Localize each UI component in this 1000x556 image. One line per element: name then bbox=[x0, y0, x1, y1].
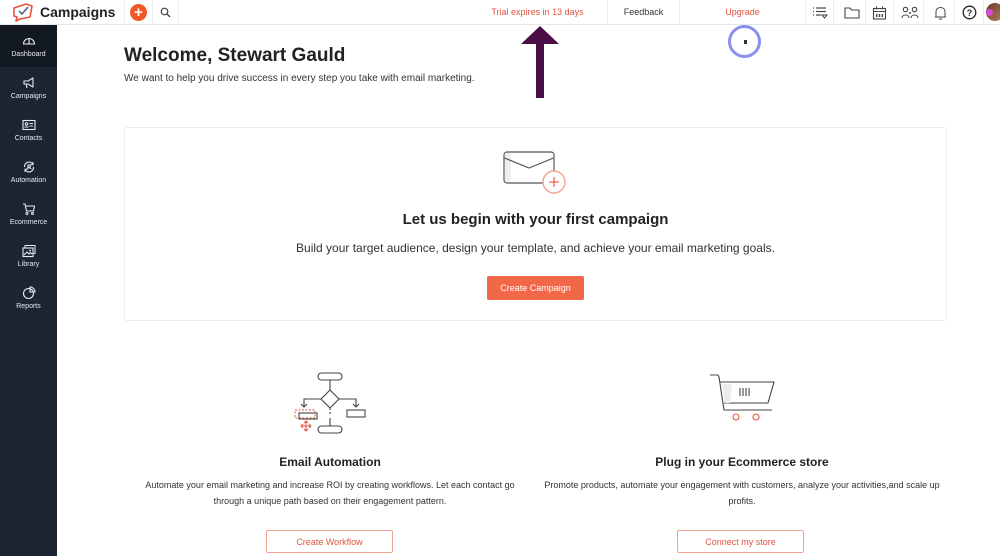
quick-create-button[interactable]: + bbox=[125, 0, 153, 25]
main-content: Welcome, Stewart Gauld We want to help y… bbox=[57, 25, 1000, 556]
sidebar-item-label: Contacts bbox=[14, 135, 43, 142]
sidebar-item-label: Library bbox=[17, 261, 40, 268]
app-name: Campaigns bbox=[40, 4, 116, 20]
ecommerce-section: Plug in your Ecommerce store Promote pro… bbox=[542, 370, 942, 506]
mouse-cursor-icon bbox=[744, 40, 747, 44]
sidebar-item-label: Automation bbox=[10, 177, 47, 184]
card-title: Let us begin with your first campaign bbox=[402, 211, 669, 228]
sidebar-item-campaigns[interactable]: Campaigns bbox=[0, 67, 57, 109]
dashboard-icon bbox=[22, 38, 35, 45]
sidebar-item-label: Reports bbox=[16, 303, 41, 310]
svg-text:?: ? bbox=[967, 8, 973, 18]
top-bar: Campaigns + Trial expires in 13 days Fee… bbox=[0, 0, 1000, 25]
list-filter-icon bbox=[812, 6, 828, 19]
page-title: Welcome, Stewart Gauld bbox=[124, 45, 346, 66]
card-subtitle: Build your target audience, design your … bbox=[296, 241, 775, 255]
annotation-arrow-icon bbox=[521, 26, 559, 98]
users-button[interactable] bbox=[896, 0, 924, 25]
feature-title: Plug in your Ecommerce store bbox=[655, 455, 829, 469]
help-icon: ? bbox=[962, 5, 977, 20]
feature-description: Promote products, automate your engageme… bbox=[544, 480, 940, 506]
create-campaign-button[interactable]: Create Campaign bbox=[487, 276, 584, 300]
create-workflow-button[interactable]: Create Workflow bbox=[266, 530, 393, 553]
sidebar-item-library[interactable]: Library bbox=[0, 235, 57, 277]
shopping-cart-icon bbox=[710, 374, 775, 421]
first-campaign-card: Let us begin with your first campaign Bu… bbox=[124, 127, 947, 321]
sidebar-item-label: Ecommerce bbox=[9, 219, 48, 226]
upgrade-link[interactable]: Upgrade bbox=[680, 0, 806, 25]
notifications-button[interactable] bbox=[927, 0, 955, 25]
users-icon bbox=[900, 6, 919, 19]
sidebar: Dashboard Campaigns Contacts Automation … bbox=[0, 25, 57, 556]
pie-chart-icon bbox=[22, 286, 36, 300]
sidebar-item-automation[interactable]: Automation bbox=[0, 151, 57, 193]
user-avatar[interactable] bbox=[986, 3, 1000, 21]
sidebar-item-label: Campaigns bbox=[10, 93, 47, 100]
search-icon bbox=[160, 7, 171, 17]
connect-store-button[interactable]: Connect my store bbox=[677, 530, 804, 553]
email-automation-section: Email Automation Automate your email mar… bbox=[130, 370, 530, 506]
page-subtitle: We want to help you drive success in eve… bbox=[124, 73, 475, 84]
contact-card-icon bbox=[21, 119, 36, 131]
sidebar-item-dashboard[interactable]: Dashboard bbox=[0, 25, 57, 67]
folder-icon bbox=[843, 7, 860, 19]
list-filter-button[interactable] bbox=[806, 0, 834, 25]
envelope-add-icon bbox=[503, 151, 566, 194]
brand[interactable]: Campaigns bbox=[0, 0, 125, 25]
sidebar-item-reports[interactable]: Reports bbox=[0, 277, 57, 319]
feature-title: Email Automation bbox=[279, 455, 381, 469]
sidebar-item-label: Dashboard bbox=[11, 51, 46, 58]
feedback-link[interactable]: Feedback bbox=[608, 0, 680, 25]
sidebar-item-ecommerce[interactable]: Ecommerce bbox=[0, 193, 57, 235]
sidebar-item-contacts[interactable]: Contacts bbox=[0, 109, 57, 151]
feature-description: Automate your email marketing and increa… bbox=[145, 480, 515, 506]
calendar-button[interactable] bbox=[866, 0, 894, 25]
bell-icon bbox=[935, 6, 946, 20]
plus-icon: + bbox=[130, 3, 147, 21]
help-button[interactable]: ? bbox=[956, 0, 984, 25]
cart-icon bbox=[22, 203, 35, 215]
campaigns-logo-icon bbox=[13, 3, 33, 22]
calendar-icon bbox=[872, 6, 887, 20]
image-library-icon bbox=[21, 245, 35, 258]
status-dot bbox=[986, 9, 993, 16]
megaphone-icon bbox=[22, 77, 34, 89]
search-button[interactable] bbox=[153, 0, 179, 25]
automation-icon bbox=[23, 161, 34, 173]
folder-button[interactable] bbox=[838, 0, 866, 25]
trial-expiry-link[interactable]: Trial expires in 13 days bbox=[468, 0, 608, 25]
workflow-icon bbox=[294, 372, 366, 434]
